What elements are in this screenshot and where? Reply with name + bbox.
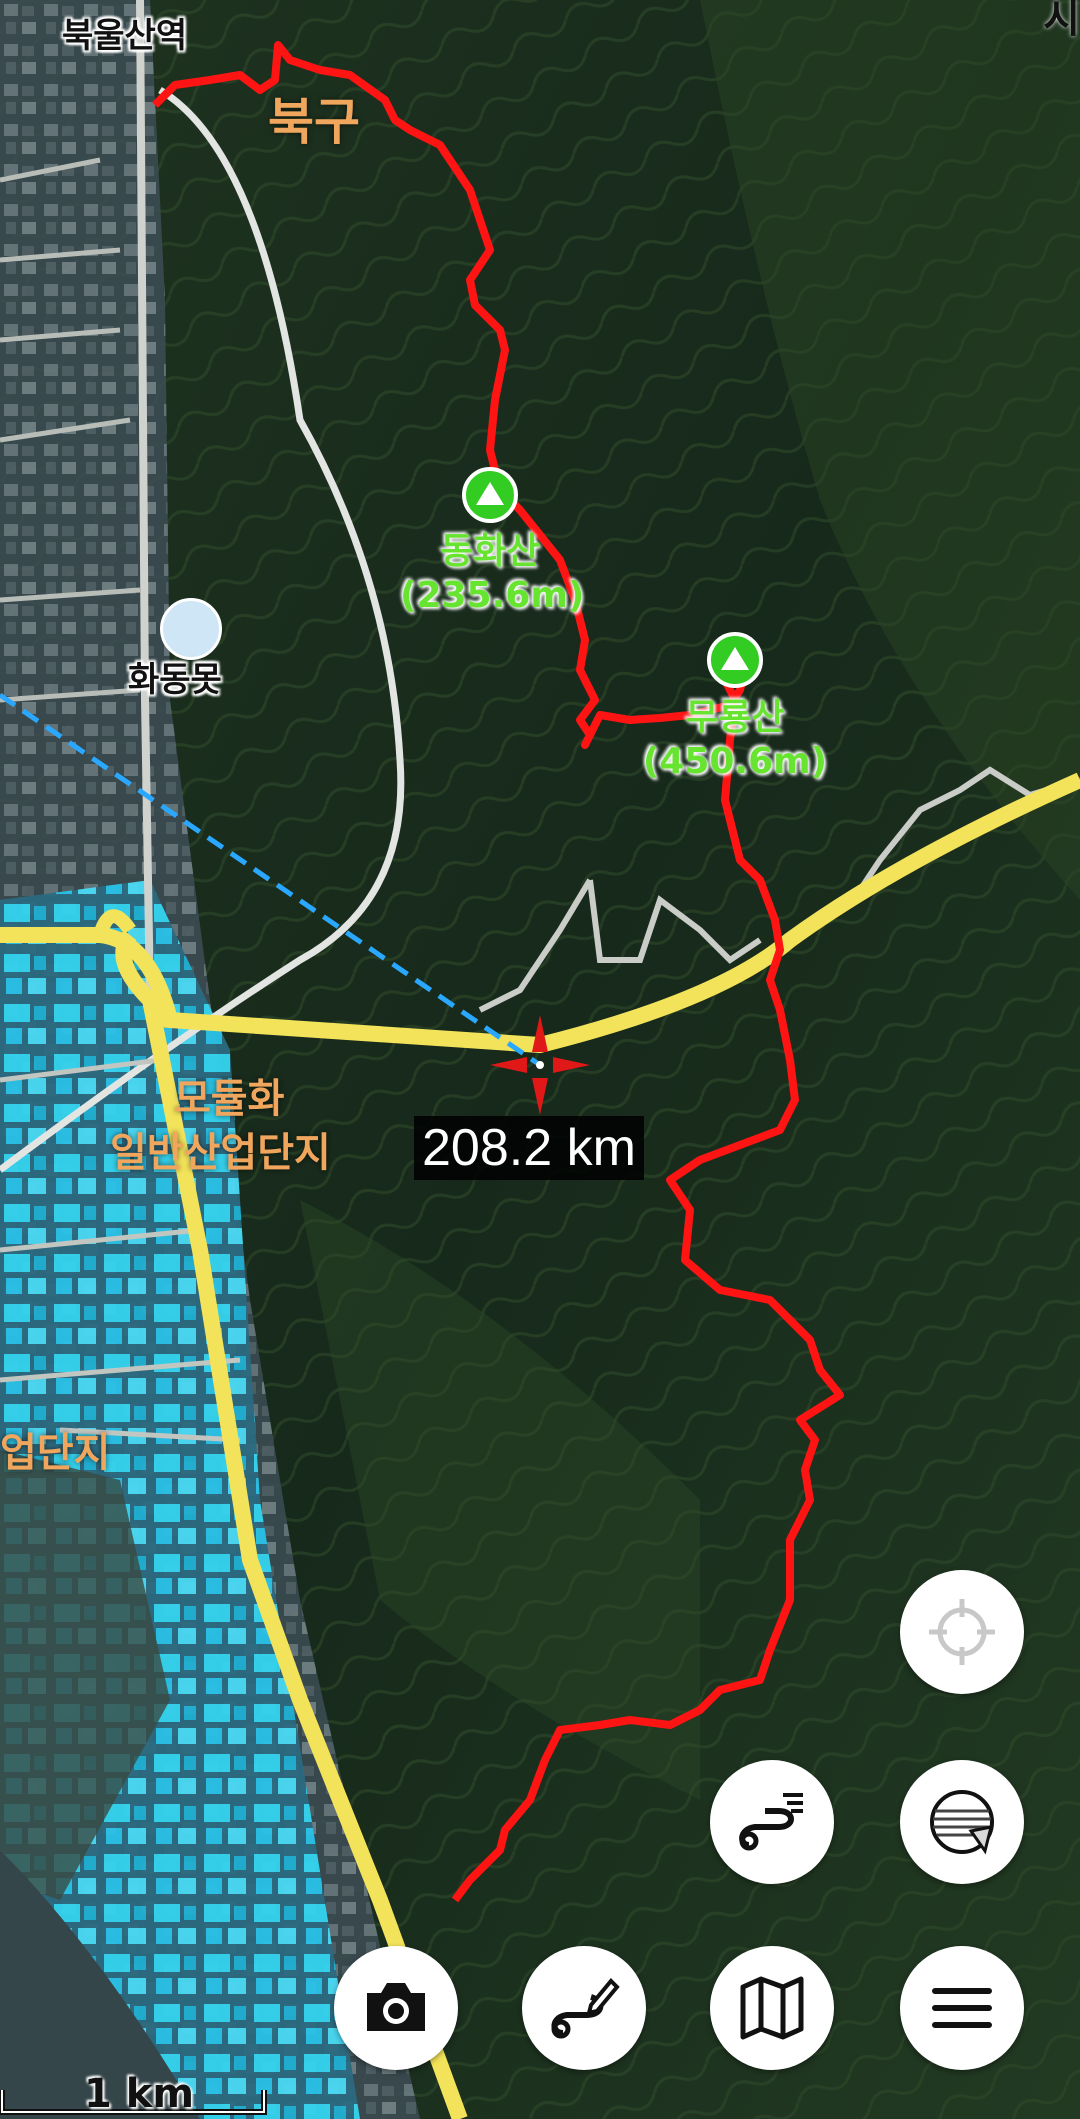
camera-icon (367, 1983, 425, 2031)
layers-button[interactable] (900, 1760, 1024, 1884)
menu-button[interactable] (900, 1946, 1024, 2070)
route-list-icon (739, 1793, 803, 1851)
pond-label: 화동못 (128, 660, 222, 700)
layers-icon (930, 1790, 994, 1855)
map-icon (740, 1976, 804, 2040)
peak-elevation: (235.6m) (400, 575, 585, 616)
menu-icon (932, 1988, 992, 2028)
peak-marker-donghwasan[interactable] (462, 467, 518, 523)
map-button[interactable] (710, 1946, 834, 2070)
industrial-complex-label-line2: 일반산업단지 (110, 1130, 331, 1176)
station-label: 북울산역 (62, 16, 188, 56)
district-label: 북구 (268, 93, 360, 151)
draw-route-icon (551, 1978, 620, 2039)
draw-route-button[interactable] (522, 1946, 646, 2070)
industrial-complex-label-line1: 모듈화 (174, 1076, 285, 1122)
crosshair-icon (929, 1599, 995, 1665)
locate-button[interactable] (900, 1570, 1024, 1694)
pond-icon (160, 598, 222, 660)
corner-place-label: 시 (1043, 0, 1080, 42)
peak-elevation: (450.6m) (642, 741, 828, 782)
peak-label-muryongsan: 무룡산 (450.6m) (640, 696, 830, 784)
route-list-button[interactable] (710, 1760, 834, 1884)
peak-label-donghwasan: 동화산 (235.6m) (400, 530, 585, 618)
camera-button[interactable] (334, 1946, 458, 2070)
peak-marker-muryongsan[interactable] (707, 632, 763, 688)
peak-name: 동화산 (440, 531, 540, 572)
scale-label: 1 km (84, 2071, 195, 2117)
peak-name: 무룡산 (685, 697, 785, 738)
distance-readout: 208.2 km (414, 1116, 644, 1180)
industrial-complex-label-left: 업단지 (0, 1430, 111, 1476)
